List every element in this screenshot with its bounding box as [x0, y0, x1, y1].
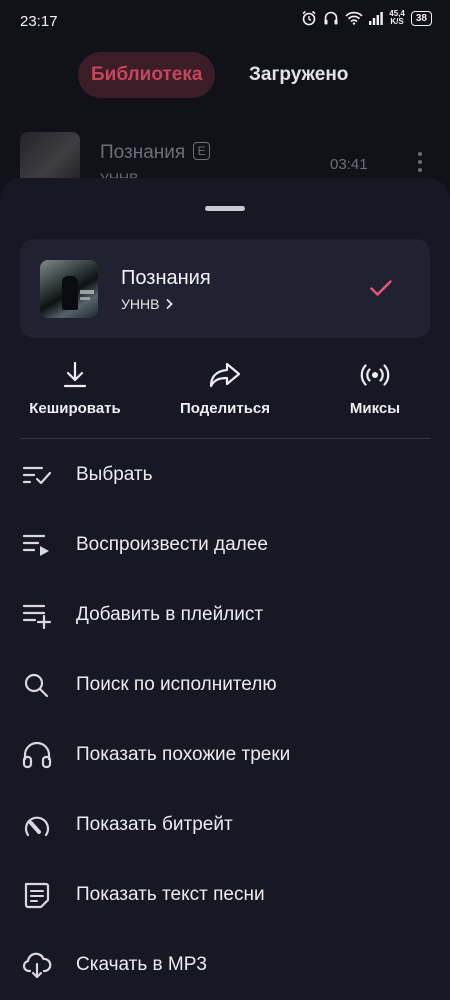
share-label: Поделиться: [179, 400, 271, 417]
add-to-playlist-icon: [22, 604, 52, 629]
status-time: 23:17: [20, 13, 58, 30]
download-icon: [63, 361, 87, 388]
network-speed: 45,4 K/S: [389, 10, 405, 26]
menu-label-similar-tracks: Показать похожие треки: [76, 744, 291, 765]
track-title: Познания: [121, 267, 211, 289]
cache-button[interactable]: Кешировать: [10, 360, 140, 417]
search-icon: [24, 673, 49, 698]
menu-label-search-artist: Поиск по исполнителю: [76, 674, 277, 695]
menu-label-download-mp3: Скачать в MP3: [76, 954, 207, 975]
background-track-title-text: Познания: [100, 142, 186, 163]
share-icon: [209, 362, 241, 388]
tab-downloaded[interactable]: Загружено: [236, 52, 361, 98]
battery-indicator: 38: [410, 10, 432, 26]
alarm-icon: [302, 10, 316, 26]
tab-library[interactable]: Библиотека: [78, 52, 216, 98]
play-next-icon: [22, 534, 49, 556]
menu-label-select: Выбрать: [76, 464, 153, 485]
menu-item-add-to-playlist[interactable]: Добавить в плейлист: [0, 580, 450, 650]
track-artist-link[interactable]: УННВ: [121, 296, 174, 312]
share-button[interactable]: Поделиться: [160, 360, 290, 417]
track-cover: [40, 260, 98, 318]
mixes-label: Миксы: [349, 400, 401, 417]
sheet-drag-handle[interactable]: [205, 206, 245, 211]
track-artist: УННВ: [121, 296, 160, 312]
headphones-status-icon: [324, 11, 338, 25]
quick-actions: Кешировать Поделиться Миксы: [0, 360, 450, 440]
menu-item-select[interactable]: Выбрать: [0, 440, 450, 510]
broadcast-icon: [360, 364, 390, 386]
explicit-badge: E: [193, 142, 211, 160]
background-track-title: Познания E: [100, 142, 211, 164]
signal-icon: [369, 11, 384, 25]
lyrics-icon: [24, 882, 50, 909]
network-speed-unit: K/S: [390, 17, 404, 26]
divider: [20, 438, 430, 439]
menu-label-play-next: Воспроизвести далее: [76, 534, 268, 555]
menu-label-lyrics: Показать текст песни: [76, 884, 265, 905]
menu-item-play-next[interactable]: Воспроизвести далее: [0, 510, 450, 580]
menu-label-add-to-playlist: Добавить в плейлист: [76, 604, 264, 625]
status-bar: 23:17 45,4 K/S 38: [0, 0, 450, 44]
cloud-download-icon: [22, 952, 52, 979]
track-card[interactable]: Познания УННВ: [20, 239, 430, 338]
menu-item-download-mp3[interactable]: Скачать в MP3: [0, 930, 450, 1000]
wifi-icon: [345, 11, 363, 25]
headphones-icon: [22, 741, 52, 769]
menu-item-search-artist[interactable]: Поиск по исполнителю: [0, 650, 450, 720]
menu-item-lyrics[interactable]: Показать текст песни: [0, 860, 450, 930]
mixes-button[interactable]: Миксы: [310, 360, 440, 417]
chevron-right-icon: [166, 298, 174, 310]
library-tabs: Библиотека Загружено: [0, 52, 450, 100]
select-list-icon: [22, 466, 52, 485]
menu-label-bitrate: Показать битрейт: [76, 814, 233, 835]
track-options-sheet: Познания УННВ Кешировать Поделиться Микс…: [0, 178, 450, 1000]
menu-item-bitrate[interactable]: Показать битрейт: [0, 790, 450, 860]
gauge-icon: [24, 816, 50, 837]
menu-item-similar-tracks[interactable]: Показать похожие треки: [0, 720, 450, 790]
status-icons: 45,4 K/S 38: [301, 10, 432, 26]
cache-label: Кешировать: [29, 400, 121, 417]
checkmark-icon[interactable]: [369, 276, 393, 300]
background-track-duration: 03:41: [330, 156, 368, 173]
